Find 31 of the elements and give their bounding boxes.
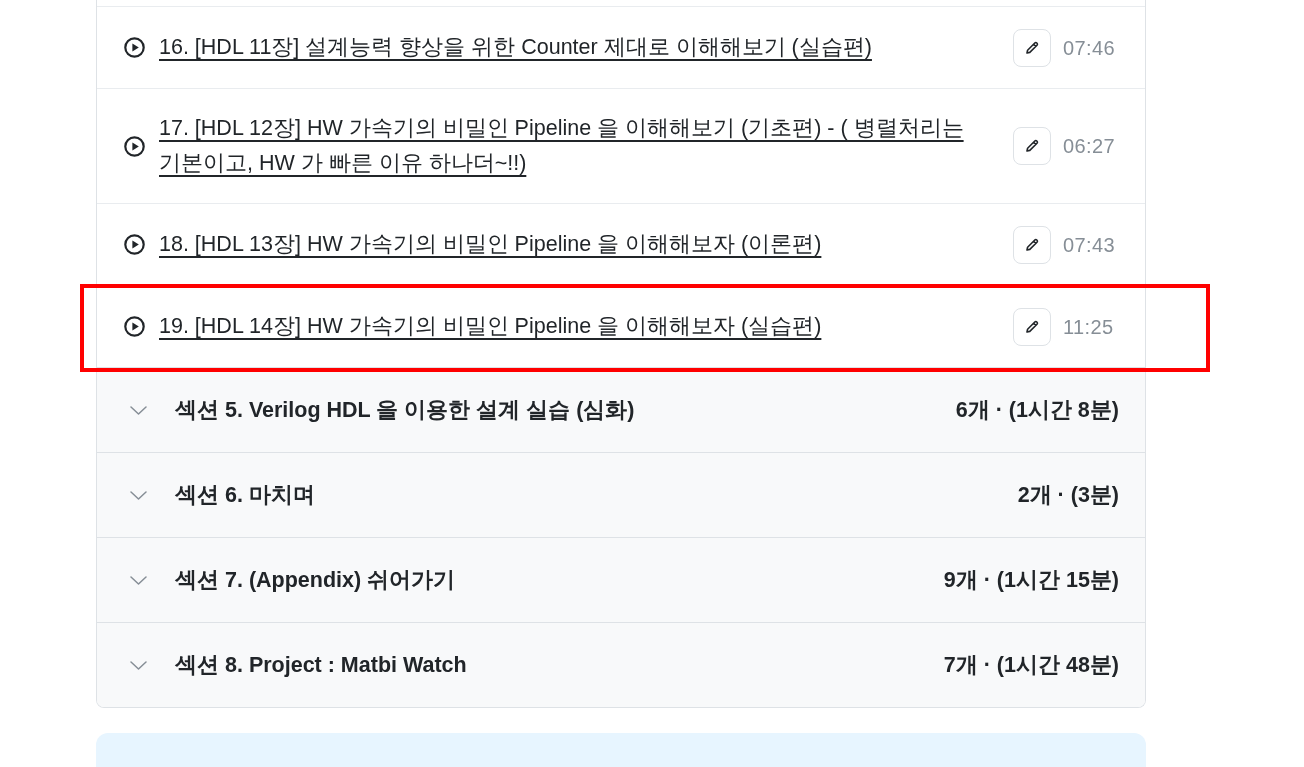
duration-text: 07:43 xyxy=(1063,232,1117,258)
section-summary: 7개 · (1시간 48분) xyxy=(943,652,1119,679)
section-title: 섹션 8. Project : Matbi Watch xyxy=(175,652,468,679)
duration-text: 07:46 xyxy=(1063,35,1117,61)
duration-text: 06:27 xyxy=(1063,134,1117,159)
section-summary: 9개 · (1시간 15분) xyxy=(943,567,1119,594)
play-icon xyxy=(124,316,145,337)
section-summary: 6개 · (1시간 8분) xyxy=(955,397,1119,424)
edit-button[interactable] xyxy=(1013,225,1051,264)
edit-button[interactable] xyxy=(1013,127,1051,165)
section-header[interactable]: 섹션 8. Project : Matbi Watch 7개 · (1시간 48분) xyxy=(97,623,1145,707)
section-header[interactable]: 섹션 6. 마치며 2개 · (3분) xyxy=(97,453,1145,537)
lesson-link[interactable]: 18. [HDL 13장] HW 가속기의 비밀인 Pipeline 을 이해해보자 (이론편) xyxy=(159,226,822,263)
play-icon xyxy=(124,234,145,255)
lesson-link[interactable]: 16. [HDL 11장] 설계능력 향상을 위한 Counter 제대로 이해해보기 (실습편) xyxy=(159,29,872,66)
play-icon xyxy=(124,135,145,157)
lesson-link[interactable]: 19. [HDL 14장] HW 가속기의 비밀인 Pipeline 을 이해해보자 (실습편) xyxy=(159,308,822,345)
section-title: 섹션 5. Verilog HDL 을 이용한 설계 실습 (심화) xyxy=(175,397,636,424)
edit-button[interactable] xyxy=(1013,307,1051,346)
section-title: 섹션 7. (Appendix) 쉬어가기 xyxy=(175,567,457,594)
play-icon xyxy=(124,37,145,58)
lesson-link[interactable]: 17. [HDL 12장] HW 가속기의 비밀인 Pipeline 을 이해해보기 (기초편) - ( 병렬처리는 기본이고, HW 가 빠른 이유 하나더~!!) xyxy=(159,110,991,182)
pencil-icon xyxy=(1024,138,1040,154)
pencil-icon xyxy=(1024,318,1040,335)
section-header[interactable]: 섹션 7. (Appendix) 쉬어가기 9개 · (1시간 15분) xyxy=(97,538,1145,622)
pencil-icon xyxy=(1024,236,1040,253)
duration-text: 11:25 xyxy=(1063,314,1115,340)
section-summary: 2개 · (3분) xyxy=(1017,482,1119,509)
pencil-icon xyxy=(1024,39,1040,56)
section-title: 섹션 6. 마치며 xyxy=(175,482,316,509)
edit-button[interactable] xyxy=(1013,28,1051,67)
